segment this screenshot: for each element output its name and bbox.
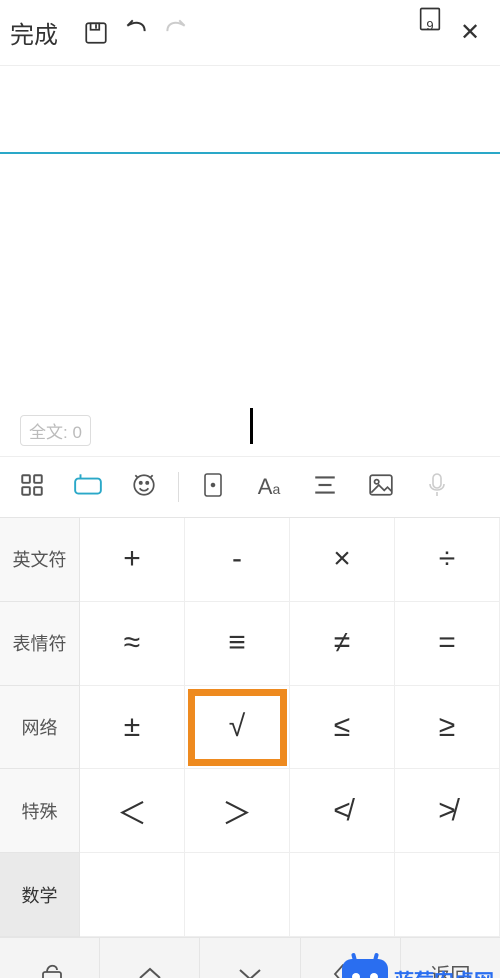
key-empty[interactable]	[290, 853, 395, 937]
key-gt[interactable]: ＞	[185, 769, 290, 853]
symbol-keyboard: 英文符 表情符 网络 特殊 数学 + - × ÷ ≈ ≡ ≠ = ± √ ≤ ≥…	[0, 518, 500, 937]
lock-key[interactable]	[0, 938, 100, 978]
key-empty[interactable]	[80, 853, 185, 937]
save-icon[interactable]	[76, 20, 116, 46]
keyboard-icon[interactable]	[60, 472, 116, 503]
tab-english-symbols[interactable]: 英文符	[0, 518, 80, 602]
image-icon[interactable]	[353, 473, 409, 502]
arrow-up-key[interactable]	[100, 938, 200, 978]
apps-icon[interactable]	[4, 472, 60, 503]
key-empty[interactable]	[185, 853, 290, 937]
close-icon[interactable]: ✕	[450, 18, 490, 47]
emoji-icon[interactable]	[116, 472, 172, 503]
key-plusminus[interactable]: ±	[80, 686, 185, 770]
keyboard-grid: + - × ÷ ≈ ≡ ≠ = ± √ ≤ ≥ ＜ ＞ ≮ ≯	[80, 518, 500, 937]
key-sqrt[interactable]: √	[185, 686, 290, 770]
tab-math-symbols[interactable]: 数学	[0, 853, 80, 937]
done-button[interactable]: 完成	[10, 15, 58, 50]
page-number-value: 9	[426, 18, 433, 33]
align-icon[interactable]	[297, 474, 353, 501]
page-number-button[interactable]: 9	[410, 5, 450, 61]
key-le[interactable]: ≤	[290, 686, 395, 770]
tab-special-symbols[interactable]: 特殊	[0, 769, 80, 853]
keyboard-category-tabs: 英文符 表情符 网络 特殊 数学	[0, 518, 80, 937]
redo-icon	[156, 16, 196, 49]
key-divide[interactable]: ÷	[395, 518, 500, 602]
mic-icon[interactable]	[409, 472, 465, 503]
key-plus[interactable]: +	[80, 518, 185, 602]
keyboard-bottom-row: 返回	[0, 937, 500, 978]
key-eq[interactable]: =	[395, 602, 500, 686]
format-toolbar: Aa	[0, 456, 500, 518]
key-lt[interactable]: ＜	[80, 769, 185, 853]
title-input[interactable]	[0, 66, 500, 154]
top-toolbar: 完成 9 ✕	[0, 0, 500, 66]
key-neq[interactable]: ≠	[290, 602, 395, 686]
key-minus[interactable]: -	[185, 518, 290, 602]
key-empty[interactable]	[395, 853, 500, 937]
key-ngt[interactable]: ≯	[395, 769, 500, 853]
return-key[interactable]: 返回	[401, 938, 500, 978]
undo-icon[interactable]	[116, 16, 156, 49]
backspace-key[interactable]	[301, 938, 401, 978]
tab-network-symbols[interactable]: 网络	[0, 686, 80, 770]
text-cursor	[250, 408, 253, 444]
tab-emoji-symbols[interactable]: 表情符	[0, 602, 80, 686]
key-identical[interactable]: ≡	[185, 602, 290, 686]
key-nlt[interactable]: ≮	[290, 769, 395, 853]
word-count-badge: 全文: 0	[20, 415, 91, 446]
toolbar-divider	[178, 472, 179, 502]
editor-body[interactable]: 全文: 0	[0, 154, 500, 456]
key-approx[interactable]: ≈	[80, 602, 185, 686]
font-icon[interactable]: Aa	[241, 474, 297, 500]
key-ge[interactable]: ≥	[395, 686, 500, 770]
key-multiply[interactable]: ×	[290, 518, 395, 602]
arrow-down-key[interactable]	[200, 938, 300, 978]
fullscreen-icon[interactable]	[185, 471, 241, 504]
